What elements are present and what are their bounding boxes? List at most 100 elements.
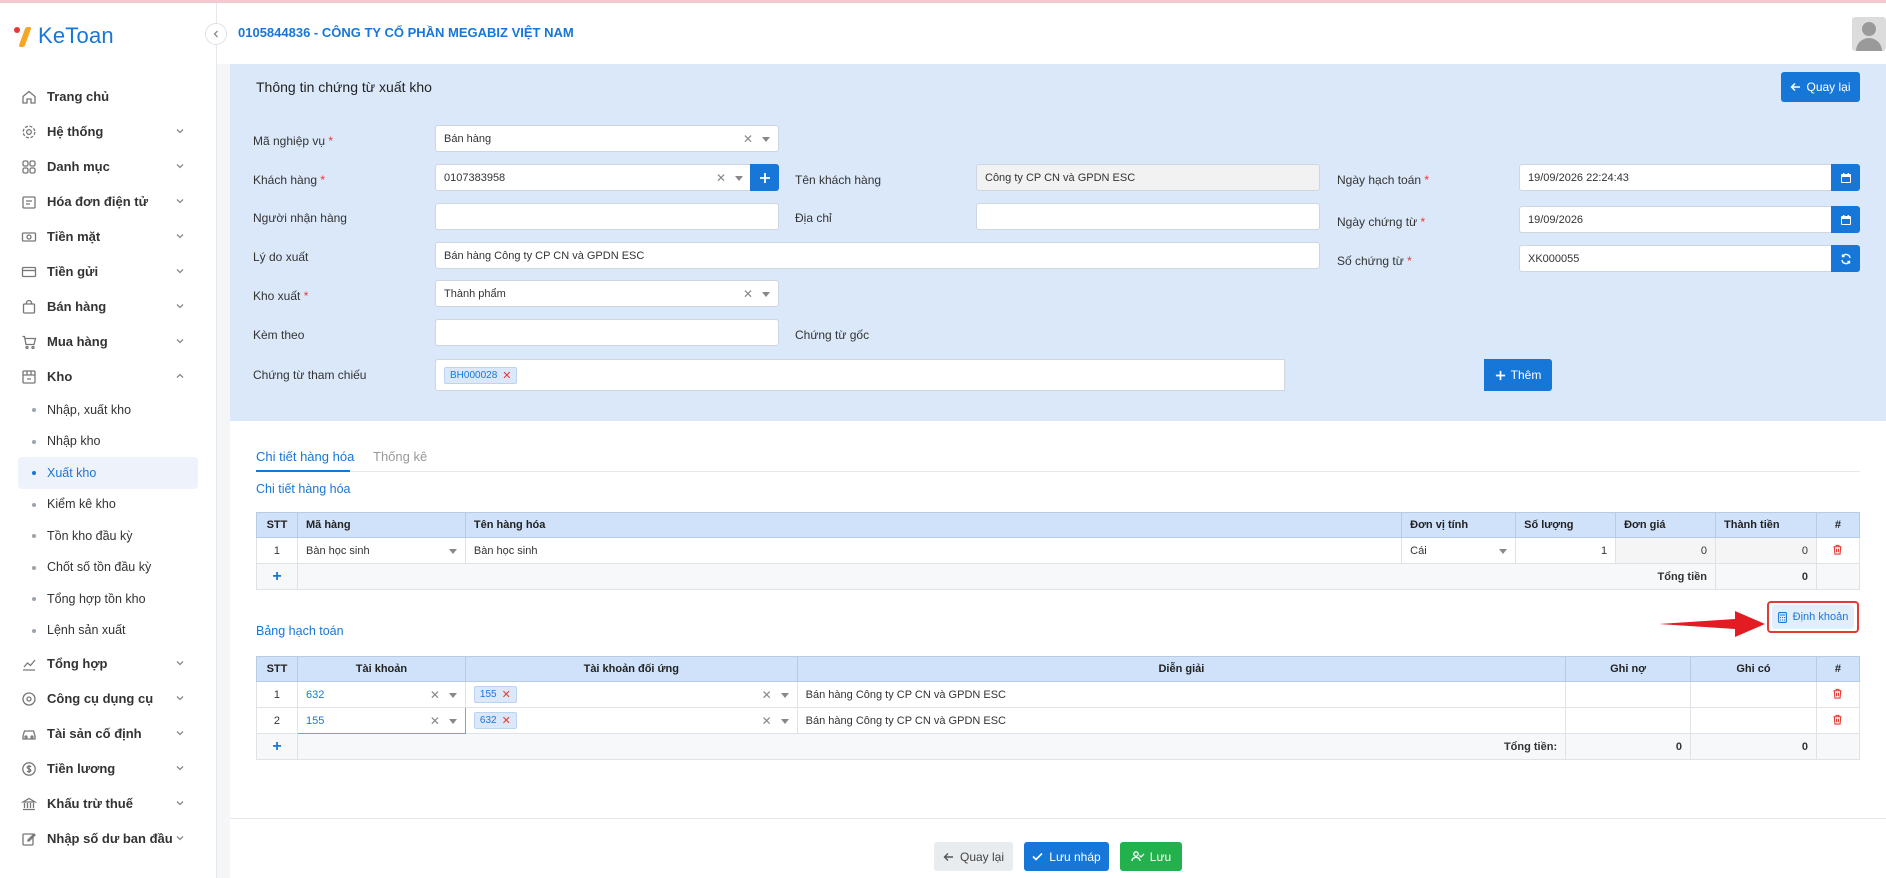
- check-icon: [1032, 852, 1043, 861]
- sidebar-subitem-nhap-kho[interactable]: Nhập kho: [18, 426, 198, 458]
- caret-down-icon[interactable]: [780, 719, 789, 724]
- so-luong-input[interactable]: 1: [1515, 537, 1617, 564]
- sidebar-subitem-lenh-san-xuat[interactable]: Lệnh sản xuất: [18, 615, 198, 647]
- avatar[interactable]: [1852, 17, 1886, 51]
- sidebar-subitem-ton-kho-dau-ky[interactable]: Tồn kho đầu kỳ: [18, 520, 198, 552]
- page-title: Thông tin chứng từ xuất kho: [256, 79, 432, 95]
- so-chung-tu-field[interactable]: XK000055: [1519, 245, 1832, 272]
- save-draft-button[interactable]: Lưu nháp: [1024, 842, 1109, 871]
- remove-tag-icon[interactable]: ✕: [502, 688, 511, 701]
- caret-down-icon[interactable]: [448, 693, 457, 698]
- tai-khoan-doi-ung-select[interactable]: 632 ✕ ✕: [464, 707, 798, 734]
- sidebar-item-danh-muc[interactable]: Danh mục: [0, 149, 217, 184]
- delete-row-button[interactable]: [1815, 537, 1861, 564]
- ten-khach-hang-field[interactable]: Công ty CP CN và GPDN ESC: [976, 164, 1320, 191]
- sidebar-item-tien-gui[interactable]: Tiền gửi: [0, 254, 217, 289]
- don-gia-input[interactable]: 0: [1615, 537, 1716, 564]
- back-button[interactable]: Quay lại: [934, 842, 1013, 871]
- add-row-button[interactable]: +: [256, 733, 298, 760]
- sidebar-item-ban-hang[interactable]: Bán hàng: [0, 289, 217, 324]
- table-row: 1 Bàn học sinh Bàn học sinh Cái 1 0 0: [256, 537, 1861, 564]
- clear-icon[interactable]: ✕: [430, 688, 440, 702]
- ghi-no-input[interactable]: [1565, 707, 1692, 734]
- add-reference-button[interactable]: Thêm: [1484, 359, 1552, 391]
- sidebar-item-tien-luong[interactable]: Tiền lương: [0, 751, 217, 786]
- tab-thong-ke[interactable]: Thống kê: [373, 449, 427, 464]
- don-vi-tinh-select[interactable]: Cái: [1401, 537, 1517, 564]
- sidebar-item-kho[interactable]: Kho: [0, 359, 217, 394]
- tai-khoan-doi-ung-select[interactable]: 155 ✕ ✕: [464, 681, 798, 708]
- caret-down-icon[interactable]: [448, 719, 457, 724]
- sidebar-subitem-tong-hop-ton-kho[interactable]: Tổng hợp tồn kho: [18, 583, 198, 615]
- clear-icon[interactable]: ✕: [716, 171, 726, 185]
- dia-chi-input[interactable]: [976, 203, 1320, 230]
- clear-icon[interactable]: ✕: [430, 714, 440, 728]
- ma-nghiep-vu-select[interactable]: Bán hàng ✕: [435, 125, 779, 152]
- logo[interactable]: KeToan: [14, 21, 114, 51]
- ghi-co-input[interactable]: [1690, 707, 1817, 734]
- table-row: 1 632 ✕ 155 ✕ ✕ Bán hàng Công ty CP CN và G…: [256, 681, 1861, 708]
- ghi-co-input[interactable]: [1690, 681, 1817, 708]
- sidebar-item-mua-hang[interactable]: Mua hàng: [0, 324, 217, 359]
- caret-down-icon[interactable]: [735, 176, 743, 181]
- sidebar-collapse-button[interactable]: [205, 23, 227, 45]
- dinh-khoan-button[interactable]: Định khoản: [1767, 601, 1859, 633]
- cell-ten-hang[interactable]: Bàn học sinh: [464, 537, 1403, 564]
- tab-chi-tiet-hang-hoa[interactable]: Chi tiết hàng hóa: [256, 449, 354, 464]
- tai-khoan-select[interactable]: 632 ✕: [296, 681, 466, 708]
- ghi-no-input[interactable]: [1565, 681, 1692, 708]
- clear-icon[interactable]: ✕: [743, 287, 753, 301]
- ma-hang-select[interactable]: Bàn học sinh: [296, 537, 466, 564]
- save-button[interactable]: Lưu: [1120, 842, 1182, 871]
- dien-giai-input[interactable]: Bán hàng Công ty CP CN và GPDN ESC: [796, 681, 1567, 708]
- sidebar-item-trang-chu[interactable]: Trang chủ: [0, 79, 217, 114]
- tai-khoan-select[interactable]: 155 ✕: [296, 707, 466, 734]
- caret-down-icon[interactable]: [762, 292, 770, 297]
- sidebar-item-nhap-so-du[interactable]: Nhập số dư ban đầu: [0, 821, 217, 856]
- sidebar-item-label: Kho: [47, 369, 73, 384]
- caret-down-icon[interactable]: [1499, 549, 1508, 554]
- dien-giai-input[interactable]: Bán hàng Công ty CP CN và GPDN ESC: [796, 707, 1567, 734]
- add-row-button[interactable]: +: [256, 563, 298, 590]
- caret-down-icon[interactable]: [780, 693, 789, 698]
- ngay-chung-tu-field[interactable]: 19/09/2026: [1519, 206, 1832, 233]
- sidebar-subitem-kiem-ke-kho[interactable]: Kiểm kê kho: [18, 489, 198, 521]
- sidebar-item-tai-san[interactable]: Tài sản cố định: [0, 716, 217, 751]
- sidebar-item-tong-hop[interactable]: Tổng hợp: [0, 646, 217, 681]
- caret-down-icon[interactable]: [762, 137, 770, 142]
- sidebar-item-hoa-don[interactable]: Hóa đơn điện tử: [0, 184, 217, 219]
- chung-tu-tham-chieu-input[interactable]: BH000028 ✕: [435, 359, 1285, 391]
- refresh-number-button[interactable]: [1831, 245, 1860, 272]
- sidebar-item-cong-cu[interactable]: Công cụ dụng cụ: [0, 681, 217, 716]
- delete-row-button[interactable]: [1815, 707, 1861, 734]
- add-customer-button[interactable]: [750, 164, 779, 191]
- calendar-button-chung-tu[interactable]: [1831, 206, 1860, 233]
- chevron-down-icon: [176, 696, 184, 701]
- sidebar-item-khau-tru-thue[interactable]: Khấu trừ thuế: [0, 786, 217, 821]
- delete-row-button[interactable]: [1815, 681, 1861, 708]
- clear-icon[interactable]: ✕: [762, 688, 772, 702]
- col-stt: STT: [256, 656, 298, 682]
- tai-khoan-value: 632: [305, 688, 325, 701]
- kho-xuat-select[interactable]: Thành phẩm ✕: [435, 280, 779, 307]
- calendar-button-hach-toan[interactable]: [1831, 164, 1860, 191]
- nguoi-nhan-input[interactable]: [435, 203, 779, 230]
- clear-icon[interactable]: ✕: [762, 714, 772, 728]
- ly-do-input[interactable]: Bán hàng Công ty CP CN và GPDN ESC: [435, 242, 1320, 269]
- sidebar-subitem-chot-so-ton[interactable]: Chốt số tồn đầu kỳ: [18, 552, 198, 584]
- kem-theo-input[interactable]: [435, 319, 779, 346]
- top-header: 0105844836 - CÔNG TY CỔ PHẦN MEGABIZ VIỆ…: [217, 3, 1886, 64]
- ngay-hach-toan-field[interactable]: 19/09/2026 22:24:43: [1519, 164, 1832, 191]
- invoice-icon: [20, 193, 37, 210]
- caret-down-icon[interactable]: [448, 549, 457, 554]
- remove-tag-icon[interactable]: ✕: [502, 369, 511, 382]
- back-button-top[interactable]: Quay lại: [1781, 72, 1860, 102]
- khach-hang-select[interactable]: 0107383958 ✕: [435, 164, 752, 191]
- sidebar-item-tien-mat[interactable]: Tiền mặt: [0, 219, 217, 254]
- remove-tag-icon[interactable]: ✕: [502, 714, 511, 727]
- col-action: #: [1815, 656, 1861, 682]
- sidebar-subitem-xuat-kho[interactable]: Xuất kho: [18, 457, 198, 489]
- sidebar-subitem-nhap-xuat-kho[interactable]: Nhập, xuất kho: [18, 394, 198, 426]
- clear-icon[interactable]: ✕: [743, 132, 753, 146]
- sidebar-item-he-thong[interactable]: Hệ thống: [0, 114, 217, 149]
